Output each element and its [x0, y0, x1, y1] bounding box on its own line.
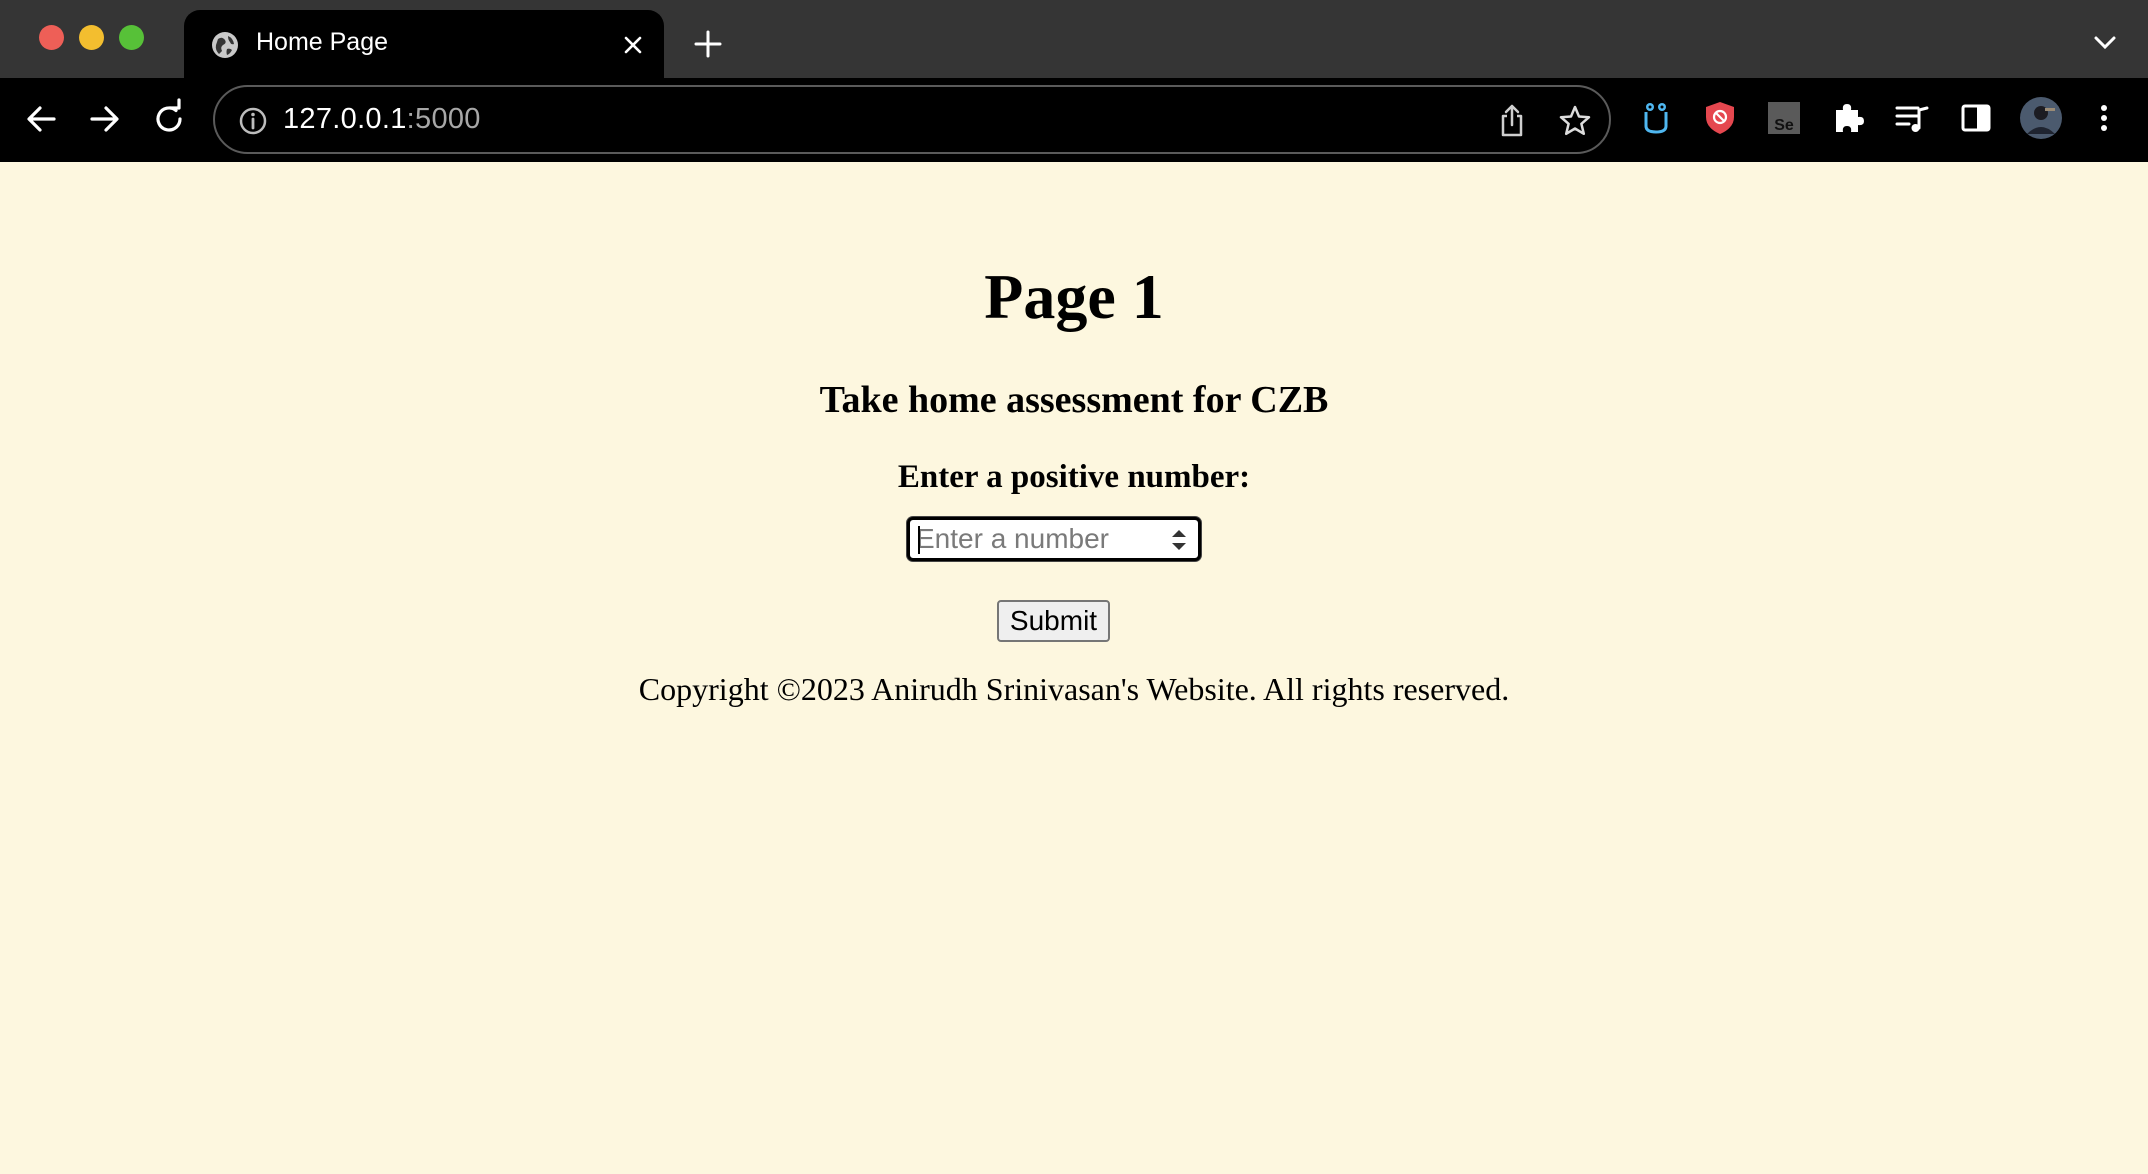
chevron-down-icon[interactable]	[2090, 30, 2120, 54]
selenium-extension-icon[interactable]: Se	[1764, 98, 1804, 138]
minimize-window-button[interactable]	[79, 25, 104, 50]
tab-title: Home Page	[256, 28, 389, 56]
forward-icon[interactable]	[84, 98, 126, 140]
url-port: :5000	[406, 103, 481, 135]
back-icon[interactable]	[20, 98, 62, 140]
text-caret	[918, 526, 920, 554]
reload-icon[interactable]	[148, 98, 190, 140]
page-title: Page 1	[984, 261, 1164, 332]
number-field[interactable]	[916, 523, 1156, 555]
tab-strip: Home Page	[0, 0, 2148, 78]
page-content: Page 1 Take home assessment for CZB Ente…	[0, 162, 2148, 1174]
close-window-button[interactable]	[39, 25, 64, 50]
share-icon[interactable]	[1495, 103, 1529, 139]
kebab-menu-icon[interactable]	[2084, 98, 2124, 138]
number-input-label: Enter a positive number:	[897, 459, 1251, 495]
puzzle-extensions-icon[interactable]	[1828, 98, 1868, 138]
tab-home-page[interactable]: Home Page	[184, 10, 664, 78]
number-input[interactable]	[907, 517, 1201, 561]
side-panel-icon[interactable]	[1956, 98, 1996, 138]
shield-extension-icon[interactable]	[1700, 98, 1740, 138]
svg-text:Se: Se	[1774, 117, 1794, 134]
owl-extension-icon[interactable]	[1636, 98, 1676, 138]
footer-copyright: Copyright ©2023 Anirudh Srinivasan's Web…	[638, 671, 1510, 707]
address-bar[interactable]: 127.0.0.1:5000	[213, 85, 1611, 154]
new-tab-icon[interactable]	[692, 28, 724, 60]
avatar[interactable]	[2019, 96, 2063, 140]
info-icon[interactable]	[237, 105, 269, 137]
globe-icon	[212, 32, 238, 58]
star-icon[interactable]	[1557, 103, 1593, 139]
page-subtitle: Take home assessment for CZB	[819, 379, 1329, 421]
playlist-icon[interactable]	[1892, 98, 1932, 138]
browser-toolbar: 127.0.0.1:5000 Se	[0, 78, 2148, 162]
close-icon[interactable]	[620, 32, 646, 58]
maximize-window-button[interactable]	[119, 25, 144, 50]
submit-button[interactable]: Submit	[997, 600, 1110, 642]
url-text[interactable]: 127.0.0.1:5000	[283, 103, 481, 136]
url-host: 127.0.0.1	[283, 103, 407, 135]
spinner-arrows-icon[interactable]	[1166, 524, 1192, 556]
